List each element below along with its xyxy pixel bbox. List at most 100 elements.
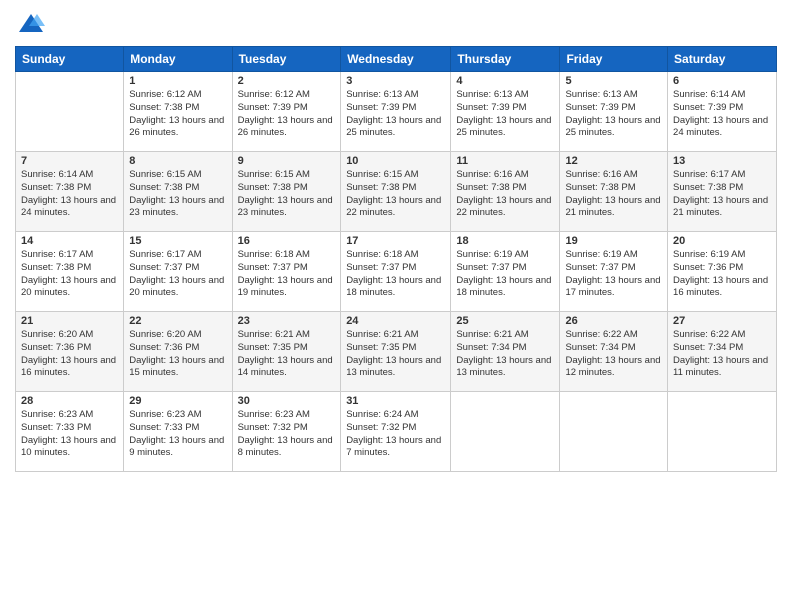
day-cell: 16 Sunrise: 6:18 AMSunset: 7:37 PMDayligh… — [232, 232, 341, 312]
day-cell: 12Sunrise: 6:16 AMSunset: 7:38 PMDayligh… — [560, 152, 668, 232]
day-cell: 3 Sunrise: 6:13 AMSunset: 7:39 PMDaylight… — [341, 72, 451, 152]
week-row-5: 28 Sunrise: 6:23 AMSunset: 7:33 PMDayligh… — [16, 392, 777, 472]
day-number: 4 — [456, 75, 554, 87]
day-number: 15 — [129, 235, 226, 247]
day-info: Sunrise: 6:14 AMSunset: 7:38 PMDaylight:… — [21, 169, 118, 220]
day-number: 27 — [673, 315, 771, 327]
week-row-4: 21 Sunrise: 6:20 AMSunset: 7:36 PMDayligh… — [16, 312, 777, 392]
day-info: Sunrise: 6:20 AMSunset: 7:36 PMDaylight:… — [21, 329, 118, 380]
weekday-header-row: SundayMondayTuesdayWednesdayThursdayFrid… — [16, 47, 777, 72]
calendar-page: SundayMondayTuesdayWednesdayThursdayFrid… — [0, 0, 792, 612]
day-number: 26 — [565, 315, 662, 327]
day-number: 24 — [346, 315, 445, 327]
day-cell: 31 Sunrise: 6:24 AMSunset: 7:32 PMDayligh… — [341, 392, 451, 472]
day-cell: 10Sunrise: 6:15 AMSunset: 7:38 PMDayligh… — [341, 152, 451, 232]
weekday-header-monday: Monday — [124, 47, 232, 72]
day-info: Sunrise: 6:19 AMSunset: 7:37 PMDaylight:… — [456, 249, 554, 300]
calendar-table: SundayMondayTuesdayWednesdayThursdayFrid… — [15, 46, 777, 472]
day-cell: 14 Sunrise: 6:17 AMSunset: 7:38 PMDayligh… — [16, 232, 124, 312]
day-cell: 19Sunrise: 6:19 AMSunset: 7:37 PMDayligh… — [560, 232, 668, 312]
day-number: 2 — [238, 75, 336, 87]
day-info: Sunrise: 6:19 AMSunset: 7:36 PMDaylight:… — [673, 249, 771, 300]
day-number: 1 — [129, 75, 226, 87]
day-info: Sunrise: 6:22 AMSunset: 7:34 PMDaylight:… — [565, 329, 662, 380]
day-cell: 18 Sunrise: 6:19 AMSunset: 7:37 PMDayligh… — [451, 232, 560, 312]
day-cell: 4 Sunrise: 6:13 AMSunset: 7:39 PMDaylight… — [451, 72, 560, 152]
day-cell: 29 Sunrise: 6:23 AMSunset: 7:33 PMDayligh… — [124, 392, 232, 472]
day-cell: 15 Sunrise: 6:17 AMSunset: 7:37 PMDayligh… — [124, 232, 232, 312]
day-number: 13 — [673, 155, 771, 167]
day-info: Sunrise: 6:16 AMSunset: 7:38 PMDaylight:… — [456, 169, 554, 220]
weekday-header-thursday: Thursday — [451, 47, 560, 72]
day-info: Sunrise: 6:21 AMSunset: 7:34 PMDaylight:… — [456, 329, 554, 380]
day-info: Sunrise: 6:15 AMSunset: 7:38 PMDaylight:… — [238, 169, 336, 220]
day-info: Sunrise: 6:13 AMSunset: 7:39 PMDaylight:… — [456, 89, 554, 140]
day-cell: 23 Sunrise: 6:21 AMSunset: 7:35 PMDayligh… — [232, 312, 341, 392]
day-number: 31 — [346, 395, 445, 407]
day-cell: 13 Sunrise: 6:17 AMSunset: 7:38 PMDayligh… — [668, 152, 777, 232]
day-cell: 21 Sunrise: 6:20 AMSunset: 7:36 PMDayligh… — [16, 312, 124, 392]
day-info: Sunrise: 6:23 AMSunset: 7:33 PMDaylight:… — [129, 409, 226, 460]
day-cell: 30 Sunrise: 6:23 AMSunset: 7:32 PMDayligh… — [232, 392, 341, 472]
day-number: 22 — [129, 315, 226, 327]
day-info: Sunrise: 6:14 AMSunset: 7:39 PMDaylight:… — [673, 89, 771, 140]
day-cell — [451, 392, 560, 472]
day-cell: 9 Sunrise: 6:15 AMSunset: 7:38 PMDaylight… — [232, 152, 341, 232]
day-info: Sunrise: 6:21 AMSunset: 7:35 PMDaylight:… — [346, 329, 445, 380]
week-row-3: 14 Sunrise: 6:17 AMSunset: 7:38 PMDayligh… — [16, 232, 777, 312]
day-number: 17 — [346, 235, 445, 247]
day-info: Sunrise: 6:13 AMSunset: 7:39 PMDaylight:… — [346, 89, 445, 140]
day-cell — [16, 72, 124, 152]
day-info: Sunrise: 6:23 AMSunset: 7:33 PMDaylight:… — [21, 409, 118, 460]
day-number: 16 — [238, 235, 336, 247]
day-info: Sunrise: 6:22 AMSunset: 7:34 PMDaylight:… — [673, 329, 771, 380]
day-number: 19 — [565, 235, 662, 247]
day-number: 14 — [21, 235, 118, 247]
day-cell: 5 Sunrise: 6:13 AMSunset: 7:39 PMDaylight… — [560, 72, 668, 152]
day-info: Sunrise: 6:18 AMSunset: 7:37 PMDaylight:… — [238, 249, 336, 300]
day-cell: 7Sunrise: 6:14 AMSunset: 7:38 PMDaylight… — [16, 152, 124, 232]
day-info: Sunrise: 6:17 AMSunset: 7:37 PMDaylight:… — [129, 249, 226, 300]
weekday-header-wednesday: Wednesday — [341, 47, 451, 72]
day-info: Sunrise: 6:21 AMSunset: 7:35 PMDaylight:… — [238, 329, 336, 380]
day-number: 23 — [238, 315, 336, 327]
day-number: 6 — [673, 75, 771, 87]
weekday-header-saturday: Saturday — [668, 47, 777, 72]
day-number: 18 — [456, 235, 554, 247]
day-info: Sunrise: 6:15 AMSunset: 7:38 PMDaylight:… — [129, 169, 226, 220]
day-number: 30 — [238, 395, 336, 407]
day-info: Sunrise: 6:12 AMSunset: 7:38 PMDaylight:… — [129, 89, 226, 140]
day-number: 29 — [129, 395, 226, 407]
day-info: Sunrise: 6:17 AMSunset: 7:38 PMDaylight:… — [21, 249, 118, 300]
day-info: Sunrise: 6:18 AMSunset: 7:37 PMDaylight:… — [346, 249, 445, 300]
day-cell: 1 Sunrise: 6:12 AMSunset: 7:38 PMDaylight… — [124, 72, 232, 152]
day-number: 9 — [238, 155, 336, 167]
header — [15, 10, 777, 38]
day-info: Sunrise: 6:17 AMSunset: 7:38 PMDaylight:… — [673, 169, 771, 220]
day-number: 12 — [565, 155, 662, 167]
day-number: 11 — [456, 155, 554, 167]
day-info: Sunrise: 6:24 AMSunset: 7:32 PMDaylight:… — [346, 409, 445, 460]
day-info: Sunrise: 6:15 AMSunset: 7:38 PMDaylight:… — [346, 169, 445, 220]
day-cell: 22 Sunrise: 6:20 AMSunset: 7:36 PMDayligh… — [124, 312, 232, 392]
day-number: 8 — [129, 155, 226, 167]
day-cell: 8 Sunrise: 6:15 AMSunset: 7:38 PMDaylight… — [124, 152, 232, 232]
day-number: 25 — [456, 315, 554, 327]
weekday-header-tuesday: Tuesday — [232, 47, 341, 72]
weekday-header-friday: Friday — [560, 47, 668, 72]
day-number: 28 — [21, 395, 118, 407]
day-cell — [560, 392, 668, 472]
day-cell: 25 Sunrise: 6:21 AMSunset: 7:34 PMDayligh… — [451, 312, 560, 392]
day-number: 21 — [21, 315, 118, 327]
day-cell: 2Sunrise: 6:12 AMSunset: 7:39 PMDaylight… — [232, 72, 341, 152]
day-info: Sunrise: 6:20 AMSunset: 7:36 PMDaylight:… — [129, 329, 226, 380]
day-info: Sunrise: 6:23 AMSunset: 7:32 PMDaylight:… — [238, 409, 336, 460]
day-number: 3 — [346, 75, 445, 87]
week-row-2: 7Sunrise: 6:14 AMSunset: 7:38 PMDaylight… — [16, 152, 777, 232]
day-cell: 17 Sunrise: 6:18 AMSunset: 7:37 PMDayligh… — [341, 232, 451, 312]
day-cell: 24 Sunrise: 6:21 AMSunset: 7:35 PMDayligh… — [341, 312, 451, 392]
logo — [15, 10, 45, 38]
weekday-header-sunday: Sunday — [16, 47, 124, 72]
day-info: Sunrise: 6:13 AMSunset: 7:39 PMDaylight:… — [565, 89, 662, 140]
day-number: 5 — [565, 75, 662, 87]
